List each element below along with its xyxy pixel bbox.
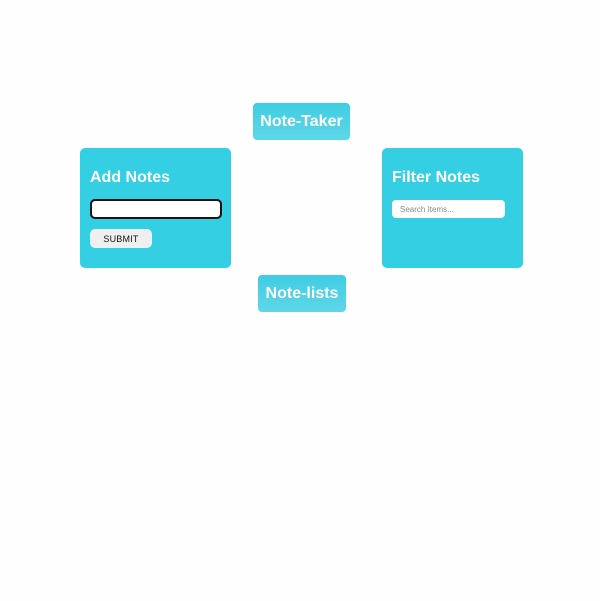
note-input[interactable]: [90, 199, 222, 219]
search-input[interactable]: [392, 200, 505, 218]
add-notes-heading: Add Notes: [90, 169, 170, 186]
filter-notes-card: Filter Notes: [382, 148, 523, 268]
filter-notes-heading: Filter Notes: [392, 169, 481, 186]
add-notes-card: Add Notes SUBMIT: [80, 148, 231, 268]
note-lists-title: Note-lists: [258, 275, 346, 312]
submit-button[interactable]: SUBMIT: [90, 229, 152, 248]
page: Note-Taker Add Notes SUBMIT Filter Notes…: [0, 0, 600, 601]
app-title: Note-Taker: [253, 103, 350, 140]
